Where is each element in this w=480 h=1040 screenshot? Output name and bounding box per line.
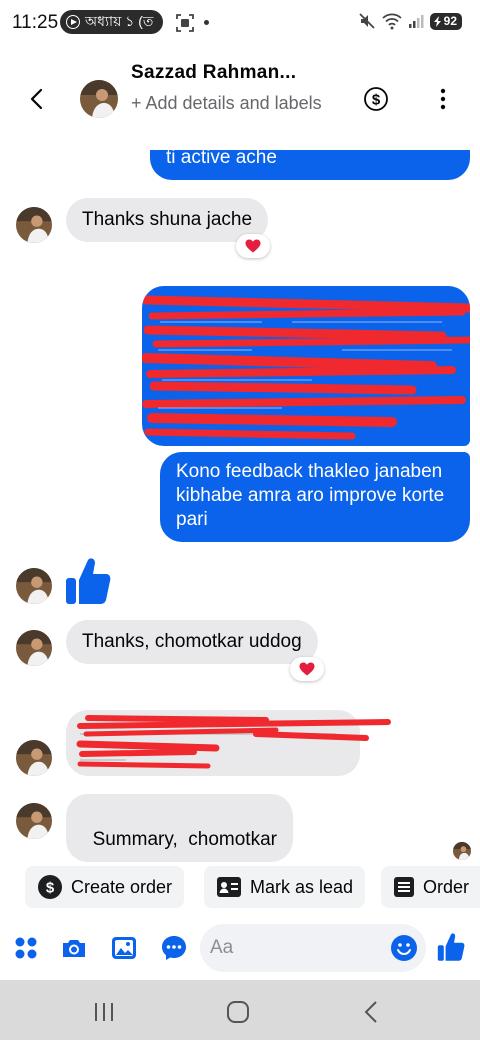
mark-as-lead-button[interactable]: Mark as lead <box>204 866 366 908</box>
more-vertical-icon[interactable] <box>430 86 456 112</box>
message-input[interactable] <box>210 924 390 972</box>
contact-card-icon <box>217 877 241 897</box>
scan-icon <box>176 14 194 32</box>
redaction-scribble <box>76 715 391 769</box>
svg-text:$: $ <box>372 92 381 109</box>
battery-icon: 92 <box>429 12 462 30</box>
message-bubble-incoming[interactable]: Summary, chomotkar <box>66 794 293 862</box>
status-bar: 11:25 অধ্যায় ১ (ত 92 <box>0 0 480 46</box>
system-navigation-bar <box>0 980 480 1040</box>
svg-text:$: $ <box>46 880 55 897</box>
list-icon <box>394 877 414 897</box>
like-sticker-icon[interactable] <box>64 556 112 606</box>
media-notification-pill[interactable]: অধ্যায় ১ (ত <box>60 10 164 34</box>
seen-avatar <box>453 842 471 860</box>
avatar-photo <box>16 207 52 243</box>
sender-avatar[interactable] <box>16 803 52 839</box>
avatar-photo <box>16 740 52 776</box>
home-icon[interactable] <box>224 998 252 1026</box>
heart-icon <box>245 239 261 253</box>
apps-grid-icon[interactable] <box>12 934 40 962</box>
notification-dot <box>204 20 209 25</box>
chat-bubble-icon[interactable] <box>160 934 188 962</box>
avatar-photo <box>16 568 52 604</box>
message-bubble-incoming[interactable]: Thanks shuna jache <box>66 198 269 242</box>
gallery-icon[interactable] <box>110 934 138 962</box>
conversation-header: Sazzad Rahman... + Add details and label… <box>0 46 480 150</box>
message-composer <box>0 920 480 978</box>
order-button[interactable]: Order <box>381 866 480 908</box>
message-text: Thanks, chomotkar uddog <box>82 631 302 652</box>
add-details-link[interactable]: + Add details and labels <box>131 90 331 117</box>
message-input-container[interactable] <box>200 924 426 972</box>
message-bubble-outgoing[interactable]: Kono feedback thakleo janaben kibhabe am… <box>160 452 470 542</box>
sender-avatar[interactable] <box>16 207 52 243</box>
message-bubble-incoming[interactable]: Thanks, chomotkar uddog <box>66 620 318 664</box>
status-icons: 92 <box>358 12 462 30</box>
redaction-scribble <box>142 295 470 440</box>
like-icon[interactable] <box>436 932 466 962</box>
avatar-photo <box>16 630 52 666</box>
recent-apps-icon[interactable] <box>90 998 118 1026</box>
contact-name[interactable]: Sazzad Rahman... <box>131 62 296 84</box>
message-text: ti active ache <box>166 147 277 168</box>
heart-reaction[interactable] <box>236 234 270 258</box>
chip-label: Create order <box>71 876 173 897</box>
avatar-photo <box>453 842 471 860</box>
status-time: 11:25 <box>12 12 59 33</box>
avatar-photo <box>16 803 52 839</box>
dollar-circle-icon: $ <box>38 875 62 899</box>
message-text: Kono feedback thakleo janaben kibhabe am… <box>176 461 445 530</box>
battery-level: 92 <box>443 14 457 28</box>
chip-label: Mark as lead <box>250 876 354 897</box>
heart-icon <box>299 662 315 676</box>
camera-icon[interactable] <box>60 934 88 962</box>
create-order-button[interactable]: $ Create order <box>25 866 185 908</box>
wifi-icon <box>382 13 402 30</box>
message-bubble-incoming-redacted[interactable] <box>66 710 391 776</box>
signal-icon <box>408 15 424 28</box>
play-circle-icon <box>66 15 80 29</box>
sender-avatar[interactable] <box>16 630 52 666</box>
message-bubble-outgoing-redacted[interactable] <box>142 286 470 446</box>
system-back-icon[interactable] <box>358 998 386 1026</box>
dollar-circle-icon[interactable]: $ <box>363 86 389 112</box>
message-text: Thanks shuna jache <box>82 209 253 230</box>
avatar-photo <box>80 80 118 118</box>
mute-icon <box>359 13 375 29</box>
message-text: Summary, chomotkar <box>92 829 277 850</box>
emoji-icon[interactable] <box>390 934 418 962</box>
contact-avatar[interactable] <box>80 80 118 118</box>
sender-avatar[interactable] <box>16 740 52 776</box>
back-button[interactable] <box>22 84 52 114</box>
sender-avatar[interactable] <box>16 568 52 604</box>
notification-text: অধ্যায় ১ (ত <box>85 13 154 29</box>
heart-reaction[interactable] <box>290 657 324 681</box>
chip-label: Order <box>423 876 470 897</box>
